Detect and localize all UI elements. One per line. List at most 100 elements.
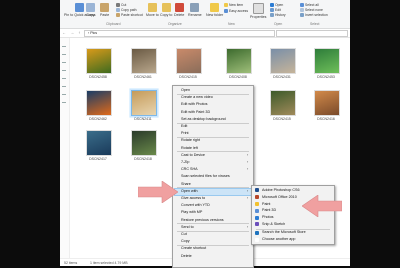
address-bar[interactable]: › Pics	[84, 30, 275, 37]
edit-button[interactable]: Edit	[270, 8, 281, 12]
invert-selection-icon	[300, 13, 304, 17]
new-item-button[interactable]: New item	[224, 3, 243, 7]
invert-selection-button[interactable]: Invert selection	[300, 13, 328, 17]
scissors-icon	[116, 3, 120, 7]
context-menu-item-7-zip[interactable]: 7-Zip	[181, 160, 189, 164]
open-with-item-search-the-microsoft-store[interactable]: Search the Microsoft Store	[262, 230, 306, 234]
context-menu-item-edit-with-photos[interactable]: Edit with Photos	[181, 102, 207, 106]
menu-item-label: Rotate right	[181, 138, 201, 143]
open-with-item-photos[interactable]: Photos	[262, 215, 273, 219]
search-input[interactable]	[276, 30, 348, 37]
cut-button[interactable]: Cut	[116, 3, 126, 7]
file-name-label: DSCN2416	[317, 117, 335, 121]
menu-item-label: Create shortcut	[181, 246, 207, 251]
open-button[interactable]: Open	[270, 3, 283, 7]
properties-button[interactable]: Properties	[250, 3, 266, 19]
file-thumbnail[interactable]	[131, 130, 157, 156]
easy-access-icon	[224, 9, 228, 13]
paste-shortcut-icon	[116, 13, 120, 17]
file-name-label: DSCN2461	[134, 75, 152, 79]
paste-shortcut-button[interactable]: Paste shortcut	[116, 13, 143, 17]
nav-arrows-icon[interactable]: ← → ↑	[62, 30, 82, 35]
nav-item[interactable]	[62, 102, 66, 104]
file-name-label: DSCN2431	[273, 75, 291, 79]
context-menu-item-create-a-new-video[interactable]: Create a new video	[181, 95, 213, 99]
select-all-button[interactable]: Select all	[300, 3, 319, 7]
copy-to-icon	[161, 3, 171, 12]
item-count: 52 items	[64, 261, 78, 265]
app-icon	[255, 237, 259, 242]
delete-button[interactable]: Delete	[174, 3, 184, 17]
context-menu-item-edit[interactable]: Edit	[181, 124, 187, 128]
file-thumbnail[interactable]	[314, 90, 340, 116]
file-name-label: DSCN2417	[89, 157, 107, 161]
nav-item[interactable]	[62, 78, 66, 80]
menu-item-label: Photos	[262, 215, 274, 220]
copy-path-button[interactable]: Copy path	[116, 8, 136, 12]
context-menu-item-share[interactable]: Share	[181, 182, 191, 186]
menu-separator	[177, 230, 249, 231]
file-thumbnail[interactable]	[226, 48, 252, 74]
context-menu-item-crc-sha[interactable]: CRC SHA	[181, 167, 198, 171]
context-menu-item-delete[interactable]: Delete	[181, 254, 192, 258]
file-name-label: DSCN2458	[89, 75, 107, 79]
menu-item-label: Share	[181, 181, 191, 186]
context-menu-item-open-with[interactable]: Open with	[181, 189, 198, 193]
nav-item[interactable]	[62, 70, 66, 72]
context-menu-item-send-to[interactable]: Send to	[181, 225, 194, 229]
context-menu-item-cut[interactable]: Cut	[181, 232, 187, 236]
nav-item[interactable]	[62, 86, 66, 88]
file-thumbnail[interactable]	[176, 48, 202, 74]
context-menu-item-convert-with-ytd[interactable]: Convert with YTD	[181, 203, 210, 207]
rename-button[interactable]: Rename	[188, 3, 202, 17]
context-menu-item-rotate-right[interactable]: Rotate right	[181, 138, 200, 142]
select-none-button[interactable]: Select none	[300, 8, 323, 12]
file-thumbnail[interactable]	[131, 48, 157, 74]
context-menu-item-play-with-mp[interactable]: Play with MP	[181, 210, 202, 214]
menu-item-label: Edit	[181, 124, 188, 128]
menu-item-label: Adobe Photoshop CS6	[262, 188, 300, 192]
open-with-item-snip-sketch[interactable]: Snip & Sketch	[262, 222, 285, 226]
context-menu-item-restore-previous-versions[interactable]: Restore previous versions	[181, 218, 224, 222]
history-button[interactable]: History	[270, 13, 286, 17]
nav-item[interactable]	[62, 46, 66, 48]
context-menu-item-open[interactable]: Open	[181, 88, 190, 92]
context-menu-item-create-shortcut[interactable]: Create shortcut	[181, 246, 206, 250]
file-thumbnail[interactable]	[131, 90, 157, 116]
easy-access-button[interactable]: Easy access	[224, 9, 248, 13]
rename-icon	[190, 3, 200, 12]
copy-button[interactable]: Copy	[86, 3, 95, 17]
context-menu-item-scan-selected-files-for-viruses[interactable]: Scan selected files for viruses	[181, 174, 230, 178]
nav-item[interactable]	[62, 54, 66, 56]
move-to-button[interactable]: Move to	[146, 3, 159, 17]
context-menu-item-cast-to-device[interactable]: Cast to Device	[181, 153, 205, 157]
menu-item-label: Search the Microsoft Store	[262, 230, 306, 235]
file-thumbnail[interactable]	[270, 90, 296, 116]
file-thumbnail[interactable]	[270, 48, 296, 74]
open-with-item-paint[interactable]: Paint	[262, 202, 270, 206]
context-menu-item-copy[interactable]: Copy	[181, 239, 190, 243]
paste-button[interactable]: Paste	[100, 3, 109, 17]
context-menu-item-give-access-to[interactable]: Give access to	[181, 196, 205, 200]
nav-item[interactable]	[62, 94, 66, 96]
new-folder-button[interactable]: New folder	[206, 3, 223, 17]
navigation-pane[interactable]	[60, 38, 70, 258]
pin-icon	[75, 3, 85, 12]
open-with-item-adobe-photoshop-cs6[interactable]: Adobe Photoshop CS6	[262, 188, 300, 192]
context-menu-item-set-as-desktop-background[interactable]: Set as desktop background	[181, 117, 226, 121]
context-menu-item-print[interactable]: Print	[181, 131, 189, 135]
menu-item-label: Give access to	[181, 196, 206, 200]
file-thumbnail[interactable]	[314, 48, 340, 74]
menu-item-label: Play with MP	[181, 210, 203, 215]
nav-item[interactable]	[62, 62, 66, 64]
file-thumbnail[interactable]	[86, 48, 112, 74]
open-with-item-choose-another-app[interactable]: Choose another app	[262, 237, 295, 241]
file-thumbnail[interactable]	[86, 90, 112, 116]
context-menu-item-edit-with-paint-3d[interactable]: Edit with Paint 3D	[181, 110, 210, 114]
context-menu-item-rotate-left[interactable]: Rotate left	[181, 146, 198, 150]
open-with-item-microsoft-office-2010[interactable]: Microsoft Office 2010	[262, 195, 297, 199]
copy-to-button[interactable]: Copy to	[160, 3, 172, 17]
edit-icon	[270, 8, 274, 12]
file-thumbnail[interactable]	[86, 130, 112, 156]
open-with-item-paint-3d[interactable]: Paint 3D	[262, 208, 276, 212]
